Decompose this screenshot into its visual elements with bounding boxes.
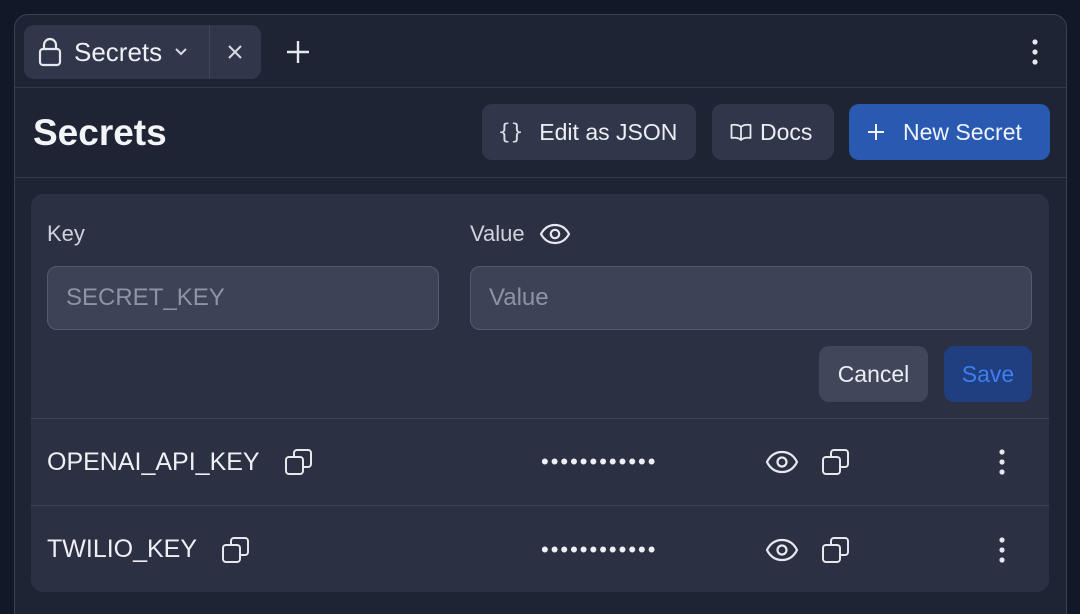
tab-secrets-main[interactable]: Secrets [24, 25, 210, 79]
new-secret-label: New Secret [903, 118, 1022, 145]
plus-icon [867, 123, 885, 141]
window-menu-button[interactable] [1028, 37, 1042, 67]
plus-icon [286, 40, 310, 64]
secret-row: OPENAI_API_KEY •••••••••••• [31, 419, 1049, 506]
copy-key-icon[interactable] [221, 535, 251, 565]
eye-icon [765, 450, 799, 474]
new-secret-button[interactable]: New Secret [849, 104, 1050, 160]
secrets-panel: Key Value SECRET_KEY Value Cancel Save O… [31, 194, 1049, 592]
eye-icon[interactable] [539, 223, 571, 245]
lock-icon [38, 37, 62, 67]
docs-button[interactable]: Docs [712, 104, 834, 160]
eye-icon [765, 538, 799, 562]
copy-key-icon[interactable] [284, 447, 314, 477]
copy-value-button[interactable] [821, 535, 851, 565]
row-menu-button[interactable] [999, 449, 1005, 475]
secret-key-cell: OPENAI_API_KEY [47, 447, 314, 477]
secret-key: OPENAI_API_KEY [47, 447, 260, 476]
secret-key: TWILIO_KEY [47, 535, 198, 563]
tab-label: Secrets [74, 36, 163, 67]
close-icon [227, 44, 243, 60]
value-field-label: Value [470, 221, 525, 246]
new-tab-button[interactable] [283, 37, 313, 67]
page-header: Secrets {} Edit as JSON Docs New Secret [15, 88, 1066, 178]
docs-label: Docs [760, 118, 813, 145]
secret-row: TWILIO_KEY •••••••••••• [31, 506, 1049, 592]
more-vertical-icon [999, 536, 1005, 563]
row-menu-button[interactable] [999, 536, 1005, 563]
value-input[interactable]: Value [470, 266, 1032, 330]
chevron-down-icon[interactable] [174, 47, 188, 57]
tab-bar: Secrets [15, 15, 1066, 88]
braces-icon: {} [498, 120, 524, 144]
value-field-label-row: Value [470, 221, 571, 247]
secret-masked-value: •••••••••••• [541, 449, 658, 474]
copy-icon [821, 447, 851, 477]
book-icon [730, 123, 752, 141]
new-secret-form: Key Value SECRET_KEY Value Cancel Save [31, 194, 1049, 419]
save-button[interactable]: Save [944, 346, 1032, 402]
page-title: Secrets [33, 112, 167, 153]
secret-key-cell: TWILIO_KEY [47, 535, 251, 565]
more-vertical-icon [999, 449, 1005, 475]
reveal-value-button[interactable] [765, 450, 799, 474]
close-tab-button[interactable] [210, 25, 260, 79]
copy-value-button[interactable] [821, 447, 851, 477]
reveal-value-button[interactable] [765, 538, 799, 562]
copy-icon [821, 535, 851, 565]
cancel-button[interactable]: Cancel [819, 346, 928, 402]
tab-secrets[interactable]: Secrets [24, 25, 261, 79]
secret-masked-value: •••••••••••• [541, 536, 658, 562]
edit-as-json-button[interactable]: {} Edit as JSON [482, 104, 696, 160]
edit-as-json-label: Edit as JSON [539, 118, 678, 145]
more-vertical-icon [1032, 39, 1038, 65]
key-field-label: Key [47, 221, 85, 246]
key-input[interactable]: SECRET_KEY [47, 266, 439, 330]
